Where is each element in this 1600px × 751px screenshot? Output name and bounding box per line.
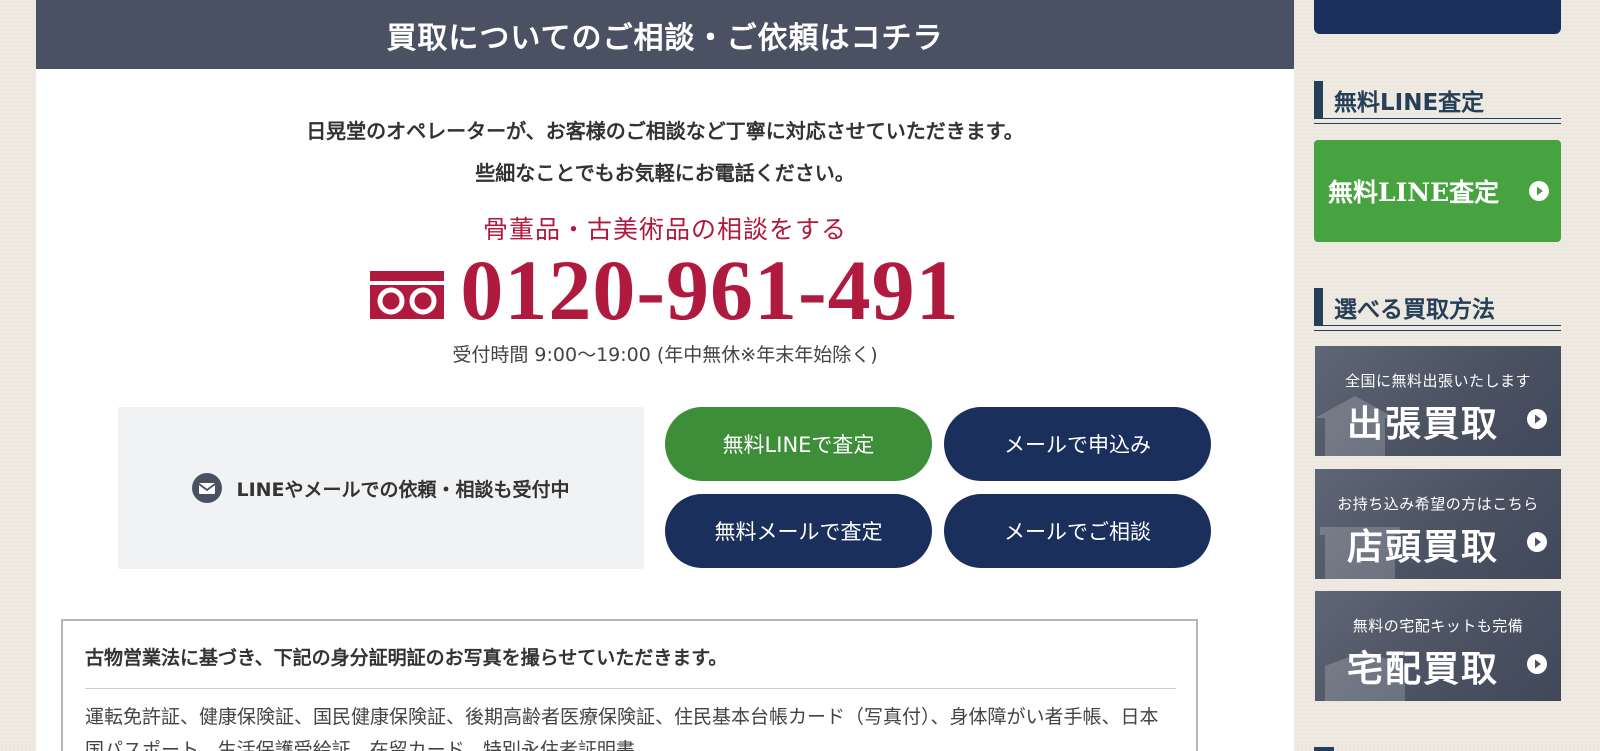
id-notice-box: 古物営業法に基づき、下記の身分証明証のお写真を撮らせていただきます。 運転免許証… (61, 619, 1198, 751)
id-notice-title: 古物営業法に基づき、下記の身分証明証のお写真を撮らせていただきます。 (85, 643, 1176, 689)
line-appraisal-banner[interactable]: 無料LINE査定 (1314, 140, 1561, 242)
phone-number[interactable]: 0120-961-491 (460, 247, 959, 333)
method-delivery-title: 宅配買取 (1346, 648, 1499, 690)
next-heading-marker (1314, 747, 1334, 751)
method-store-banner[interactable]: お持ち込み希望の方はこちら 店頭買取 (1315, 469, 1561, 579)
phone-row[interactable]: 0120-961-491 (36, 247, 1294, 333)
purchase-methods-heading: 選べる買取方法 (1314, 288, 1561, 331)
method-delivery-banner[interactable]: 無料の宅配キットも完備 宅配買取 (1315, 591, 1561, 701)
id-notice-text: 運転免許証、健康保険証、国民健康保険証、後期高齢者医療保険証、住民基本台帳カード… (85, 706, 1159, 751)
section-header: 買取についてのご相談・ご依頼はコチラ (36, 0, 1294, 69)
method-visit-sub: 全国に無料出張いたします (1344, 372, 1531, 390)
mail-apply-button[interactable]: メールで申込み (944, 407, 1211, 481)
play-circle-icon (1527, 532, 1547, 552)
method-store-sub: お持ち込み希望の方はこちら (1337, 495, 1539, 513)
intro-line-1: 日晃堂のオペレーターが、お客様のご相談など丁寧に対応させていただきます。 (306, 119, 1024, 143)
play-circle-icon (1527, 654, 1547, 674)
line-appraisal-heading: 無料LINE査定 (1314, 81, 1561, 124)
mail-appraisal-button[interactable]: 無料メールで査定 (665, 494, 932, 568)
line-appraisal-button[interactable]: 無料LINEで査定 (665, 407, 932, 481)
play-circle-icon (1529, 181, 1549, 201)
mail-icon (192, 473, 223, 503)
mail-consult-button[interactable]: メールでご相談 (944, 494, 1211, 568)
method-delivery-sub: 無料の宅配キットも完備 (1352, 617, 1524, 635)
method-store-title: 店頭買取 (1346, 526, 1499, 568)
method-visit-title: 出張買取 (1346, 403, 1499, 445)
sidebar-top-button[interactable] (1314, 0, 1561, 34)
intro-line-2: 些細なことでもお気軽にお電話ください。 (475, 161, 855, 185)
method-visit-banner[interactable]: 全国に無料出張いたします 出張買取 (1315, 346, 1561, 456)
line-mail-notice: LINEやメールでの依頼・相談も受付中 (118, 407, 644, 569)
freedial-icon (370, 271, 445, 319)
line-appraisal-banner-label: 無料LINE査定 (1328, 178, 1500, 207)
business-hours: 受付時間 9:00〜19:00 (年中無休※年末年始除く) (452, 344, 878, 366)
play-circle-icon (1527, 409, 1547, 429)
line-mail-notice-text: LINEやメールでの依頼・相談も受付中 (236, 478, 570, 501)
intro-text: 日晃堂のオペレーターが、お客様のご相談など丁寧に対応させていただきます。 些細な… (36, 110, 1294, 194)
consult-label: 骨董品・古美術品の相談をする (482, 215, 847, 244)
contact-panel: LINEやメールでの依頼・相談も受付中 無料LINEで査定 メールで申込み 無料… (118, 407, 1212, 569)
section-title: 買取についてのご相談・ご依頼はコチラ (386, 20, 944, 56)
